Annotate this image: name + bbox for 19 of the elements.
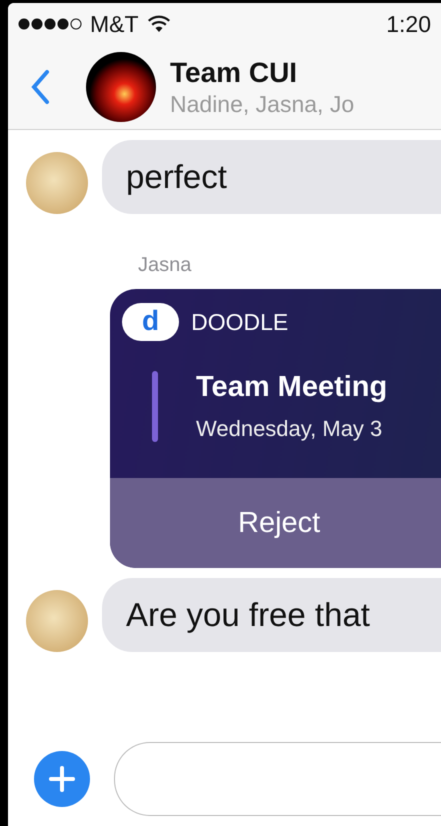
event-title: Team Meeting [196,371,388,404]
sender-name: Jasna [138,254,192,277]
accent-bar [152,371,158,442]
message-bubble: perfect [102,140,441,214]
reject-button[interactable]: Reject [110,478,441,568]
wifi-icon [146,15,171,33]
carrier-name: M&T [90,10,139,38]
app-logo: d [122,303,180,341]
app-name: DOODLE [191,308,288,336]
plus-icon [49,766,75,792]
participants-list: Nadine, Jasna, Jo [170,90,354,118]
message-input-field[interactable] [114,742,441,816]
event-date: Wednesday, May 3 [196,416,384,442]
conversation-title: Team CUI [170,56,298,88]
signal-icon [18,18,82,30]
status-time: 1:20 [386,10,431,38]
group-avatar [86,52,156,122]
back-icon[interactable] [30,69,50,105]
message-bubble: Are you free that [102,578,441,652]
